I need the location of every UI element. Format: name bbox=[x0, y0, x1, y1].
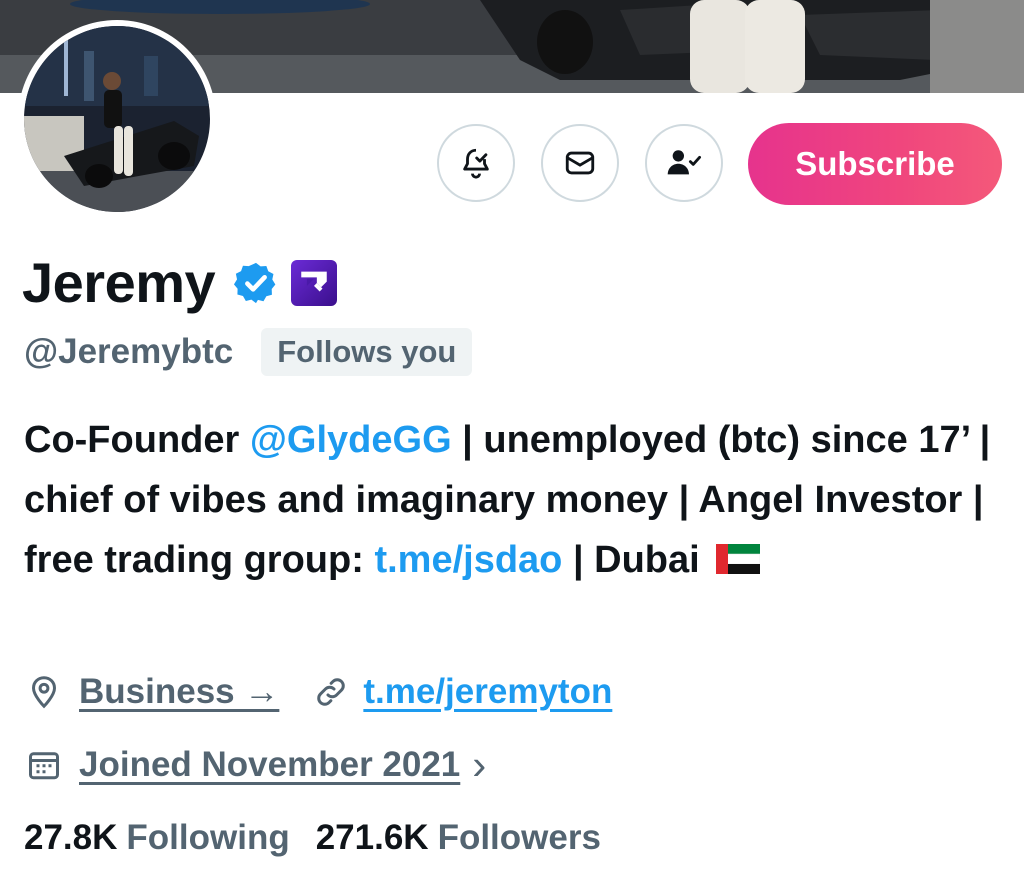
bio-text: Co-Founder bbox=[24, 419, 250, 461]
bio-link[interactable]: t.me/jsdao bbox=[374, 539, 562, 581]
calendar-icon bbox=[29, 752, 59, 780]
following-stat[interactable]: 27.8K Following bbox=[24, 818, 290, 858]
verified-badge-icon[interactable] bbox=[233, 260, 279, 306]
handle-row: @Jeremybtc Follows you bbox=[24, 328, 473, 376]
follow-stats: 27.8K Following 271.6K Followers bbox=[24, 818, 601, 858]
followers-label: Followers bbox=[437, 818, 601, 857]
followers-count: 271.6K bbox=[315, 818, 429, 857]
bio-text: | Dubai bbox=[562, 539, 700, 581]
message-button[interactable] bbox=[541, 124, 619, 202]
profile-meta-row: Business → t.me/jeremyton bbox=[26, 672, 612, 712]
profile-bio: Co-Founder @GlydeGG | unemployed (btc) s… bbox=[24, 410, 1004, 590]
notifications-button[interactable] bbox=[437, 124, 515, 202]
uae-flag-icon bbox=[716, 544, 761, 574]
person-check-icon bbox=[667, 150, 701, 175]
following-label: Following bbox=[126, 818, 290, 857]
following-count: 27.8K bbox=[24, 818, 118, 857]
location-pin-icon bbox=[31, 676, 57, 709]
chevron-right-icon: › bbox=[472, 741, 487, 788]
bell-check-icon bbox=[463, 148, 489, 179]
display-name: Jeremy bbox=[22, 251, 216, 314]
username-handle: @Jeremybtc bbox=[24, 332, 234, 371]
category-link[interactable]: Business → bbox=[79, 672, 279, 712]
joined-date[interactable]: Joined November 2021 bbox=[79, 745, 460, 785]
mention-link[interactable]: @GlydeGG bbox=[250, 419, 452, 461]
follows-you-badge: Follows you bbox=[261, 328, 473, 376]
following-button[interactable] bbox=[645, 124, 723, 202]
envelope-icon bbox=[565, 151, 595, 175]
subscribe-button[interactable]: Subscribe bbox=[748, 123, 1002, 205]
followers-stat[interactable]: 271.6K Followers bbox=[316, 818, 601, 858]
link-icon bbox=[317, 678, 346, 706]
profile-avatar[interactable] bbox=[18, 20, 216, 218]
website-link[interactable]: t.me/jeremyton bbox=[363, 672, 612, 712]
affiliate-badge-icon[interactable] bbox=[291, 259, 338, 306]
name-row: Jeremy bbox=[22, 250, 338, 315]
avatar-image bbox=[24, 26, 210, 212]
joined-row[interactable]: Joined November 2021 › bbox=[26, 741, 486, 789]
